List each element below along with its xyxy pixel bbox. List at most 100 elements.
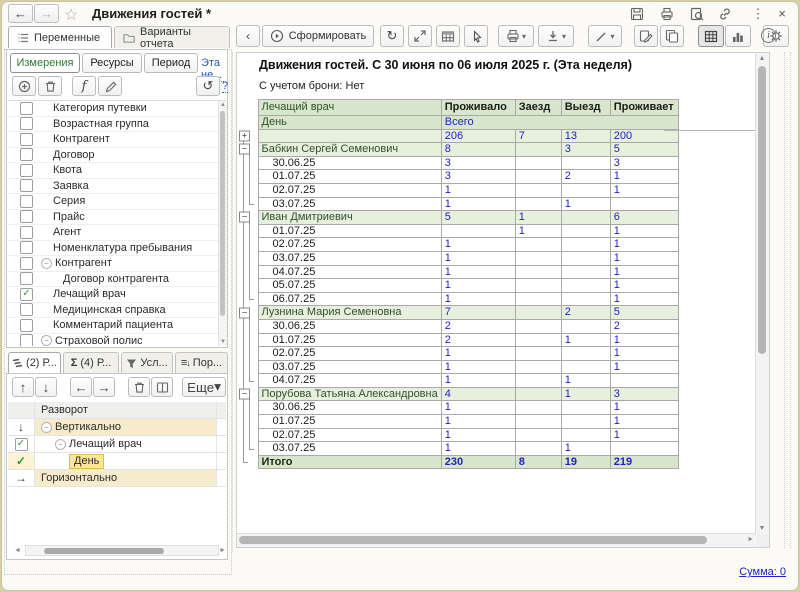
value-cell[interactable]: 1 — [441, 251, 515, 265]
more-button[interactable]: Еще▾ — [182, 377, 226, 397]
value-cell[interactable]: 3 — [610, 387, 678, 401]
value-cell[interactable] — [515, 442, 561, 456]
collapse-icon[interactable]: − — [239, 307, 250, 318]
dimension-item[interactable]: Договор контрагента — [8, 272, 226, 288]
checkbox[interactable] — [20, 102, 33, 115]
function-button[interactable]: f — [72, 76, 96, 96]
dimension-item[interactable]: Категория путевки — [8, 101, 226, 117]
layout-row[interactable]: ✓−Лечащий врач — [8, 436, 226, 453]
move-left-button[interactable]: ← — [70, 377, 92, 397]
value-cell[interactable] — [610, 374, 678, 388]
value-cell[interactable] — [515, 238, 561, 252]
sum-status-link[interactable]: Сумма: 0 — [739, 566, 786, 578]
tree-collapse-icon[interactable]: − — [41, 422, 52, 433]
back-button[interactable]: ← — [8, 4, 33, 23]
dimension-item[interactable]: −Контрагент — [8, 256, 226, 272]
spreadsheet-area[interactable]: Движения гостей. С 30 июня по 06 июля 20… — [237, 53, 756, 534]
value-cell[interactable]: 1 — [441, 415, 515, 429]
row-label-cell[interactable] — [258, 129, 441, 143]
checkbox[interactable] — [20, 272, 33, 285]
edit-button[interactable] — [98, 76, 122, 96]
checkbox[interactable] — [20, 148, 33, 161]
subtab-dimensions[interactable]: Измерения — [10, 53, 80, 73]
value-cell[interactable]: 230 — [441, 455, 515, 469]
value-cell[interactable]: 1 — [441, 360, 515, 374]
dimension-item[interactable]: −Страховой полис — [8, 334, 226, 347]
copy-button[interactable] — [660, 25, 684, 47]
value-cell[interactable] — [515, 265, 561, 279]
row-label-cell[interactable]: 01.07.25 — [258, 170, 441, 184]
layout-row[interactable]: ✓День — [8, 453, 226, 470]
value-cell[interactable]: 1 — [515, 224, 561, 238]
value-cell[interactable]: 1 — [441, 428, 515, 442]
checkbox[interactable] — [20, 179, 33, 192]
value-cell[interactable] — [515, 156, 561, 170]
delete-row-button[interactable] — [128, 377, 150, 397]
tree-collapse-icon[interactable]: − — [55, 439, 66, 450]
column-header-cell[interactable]: Выезд — [561, 100, 610, 116]
value-cell[interactable]: 2 — [561, 306, 610, 320]
value-cell[interactable]: 3 — [441, 156, 515, 170]
row-label-cell[interactable]: 30.06.25 — [258, 319, 441, 333]
row-header2-cell[interactable]: День — [258, 116, 441, 130]
value-cell[interactable] — [561, 415, 610, 429]
checkbox[interactable]: ✓ — [20, 288, 33, 301]
value-cell[interactable] — [515, 251, 561, 265]
checkbox[interactable] — [20, 117, 33, 130]
layout-row[interactable]: ↓−Вертикально — [8, 419, 226, 436]
value-cell[interactable]: 1 — [610, 347, 678, 361]
dimension-item[interactable]: Серия — [8, 194, 226, 210]
value-cell[interactable] — [515, 347, 561, 361]
row-label-cell[interactable]: 01.07.25 — [258, 333, 441, 347]
value-cell[interactable] — [515, 360, 561, 374]
value-cell[interactable]: 1 — [441, 347, 515, 361]
checkbox[interactable] — [20, 210, 33, 223]
split-button[interactable] — [151, 377, 173, 397]
value-cell[interactable] — [561, 401, 610, 415]
value-cell[interactable]: 1 — [610, 170, 678, 184]
collapse-icon[interactable]: − — [239, 212, 250, 223]
layout-marker-cell[interactable]: ↓ — [8, 419, 35, 435]
move-up-button[interactable]: ↑ — [12, 377, 34, 397]
value-cell[interactable]: 1 — [561, 374, 610, 388]
value-cell[interactable] — [515, 292, 561, 306]
move-right-button[interactable]: → — [93, 377, 115, 397]
collapse-icon[interactable]: − — [239, 144, 250, 155]
value-cell[interactable]: 2 — [441, 319, 515, 333]
value-cell[interactable]: 3 — [441, 170, 515, 184]
help-link[interactable]: ? — [222, 80, 228, 93]
row-label-cell[interactable]: Порубова Татьяна Александровна — [258, 387, 441, 401]
value-cell[interactable]: 1 — [441, 238, 515, 252]
scroll-down-icon[interactable]: ▼ — [219, 339, 227, 345]
scrollbar-thumb[interactable] — [220, 111, 225, 316]
tab-order[interactable]: ≡↓ Пор... — [175, 352, 228, 373]
dimension-item[interactable]: Возрастная группа — [8, 117, 226, 133]
save-file-dropdown-button[interactable]: ▾ — [538, 25, 574, 47]
row-label-cell[interactable]: 06.07.25 — [258, 292, 441, 306]
value-cell[interactable]: 13 — [561, 129, 610, 143]
scrollbar-thumb[interactable] — [239, 536, 707, 544]
value-cell[interactable]: 4 — [441, 387, 515, 401]
forward-button[interactable]: → — [34, 4, 59, 23]
value-cell[interactable] — [515, 415, 561, 429]
scroll-right-icon[interactable]: ► — [219, 546, 226, 556]
tree-collapse-icon[interactable]: − — [41, 335, 52, 346]
value-cell[interactable]: 6 — [610, 211, 678, 225]
value-cell[interactable]: 1 — [610, 360, 678, 374]
value-cell[interactable] — [561, 211, 610, 225]
dimension-item[interactable]: Договор — [8, 148, 226, 164]
checkbox[interactable] — [20, 334, 33, 346]
value-cell[interactable] — [515, 170, 561, 184]
value-cell[interactable] — [561, 265, 610, 279]
collapse-settings-button[interactable]: ‹ — [236, 25, 260, 47]
scrollbar-thumb[interactable] — [44, 548, 164, 554]
value-cell[interactable]: 5 — [610, 143, 678, 157]
value-cell[interactable] — [515, 401, 561, 415]
value-cell[interactable]: 1 — [561, 333, 610, 347]
value-cell[interactable] — [561, 360, 610, 374]
value-cell[interactable] — [610, 442, 678, 456]
value-cell[interactable]: 1 — [610, 183, 678, 197]
move-down-button[interactable]: ↓ — [35, 377, 57, 397]
row-label-cell[interactable]: 04.07.25 — [258, 374, 441, 388]
value-cell[interactable]: 1 — [441, 374, 515, 388]
